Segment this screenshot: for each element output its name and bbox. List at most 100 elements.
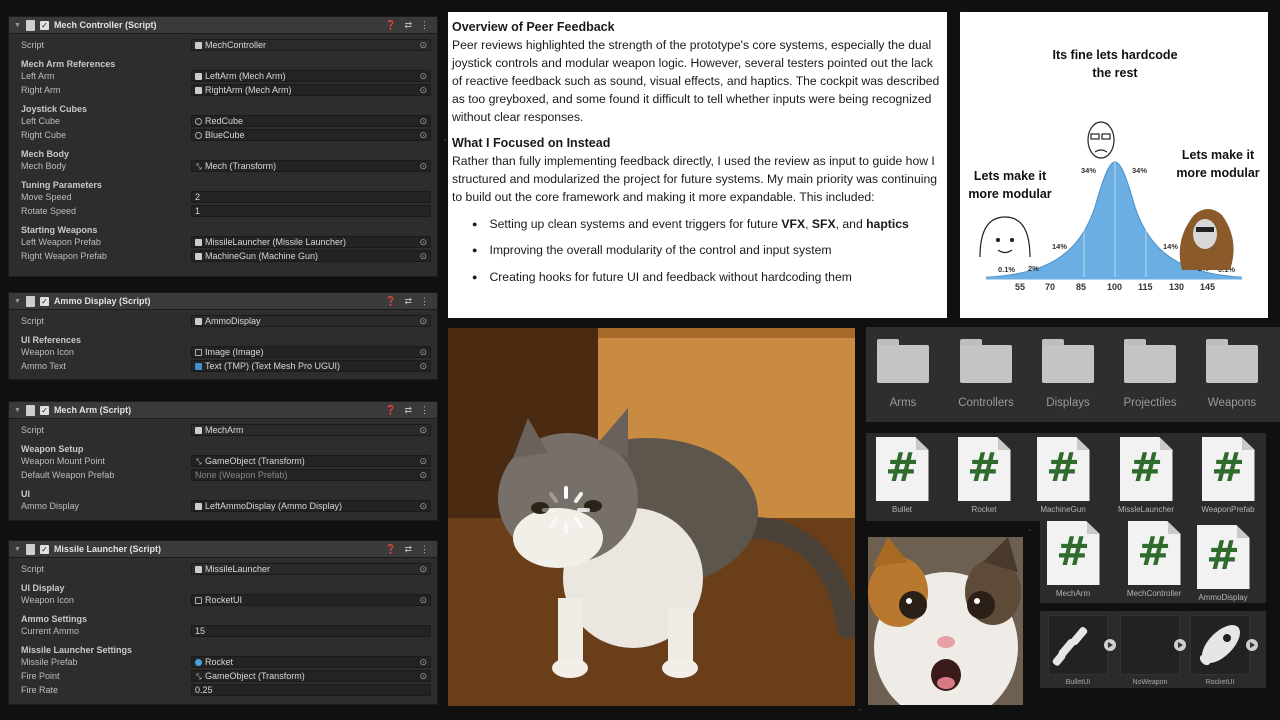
help-icon[interactable]: ❓ <box>385 20 396 31</box>
pct-label: 2% <box>1028 264 1039 273</box>
script-icon <box>25 404 35 416</box>
object-picker-icon[interactable]: ⊙ <box>419 361 427 372</box>
script-field[interactable]: MechController ⊙ <box>191 39 431 51</box>
help-icon[interactable]: ❓ <box>385 405 396 416</box>
right-cube-field[interactable]: BlueCube ⊙ <box>191 129 431 141</box>
left-arm-label: Left Arm <box>21 71 55 81</box>
script-asset-misslelauncher[interactable]: # MissleLauncher <box>1116 437 1176 514</box>
object-picker-icon[interactable]: ⊙ <box>419 161 427 172</box>
presets-icon[interactable]: ⇄ <box>404 405 412 416</box>
folder-arms[interactable]: Arms <box>873 339 933 409</box>
object-picker-icon[interactable]: ⊙ <box>419 130 427 141</box>
current-ammo-input[interactable]: 15 <box>191 625 431 637</box>
object-picker-icon[interactable]: ⊙ <box>419 347 427 358</box>
object-picker-icon[interactable]: ⊙ <box>419 71 427 82</box>
component-header[interactable]: ▼ ✓ Missile Launcher (Script) ❓ ⇄ ⋮ <box>9 541 437 558</box>
cs-file-icon <box>195 565 202 573</box>
script-field[interactable]: MissileLauncher ⊙ <box>191 563 431 575</box>
object-picker-icon[interactable]: ⊙ <box>419 251 427 262</box>
script-field[interactable]: MechArm ⊙ <box>191 424 431 436</box>
object-picker-icon[interactable]: ⊙ <box>419 316 427 327</box>
iq-label: 130 <box>1169 282 1184 292</box>
right-arm-field[interactable]: RightArm (Mech Arm) ⊙ <box>191 84 431 96</box>
more-menu-icon[interactable]: ⋮ <box>420 296 429 307</box>
object-picker-icon[interactable]: ⊙ <box>419 456 427 467</box>
presets-icon[interactable]: ⇄ <box>404 20 412 31</box>
default-weapon-field[interactable]: None (Weapon Prefab) ⊙ <box>191 469 431 481</box>
more-menu-icon[interactable]: ⋮ <box>420 405 429 416</box>
help-icon[interactable]: ❓ <box>385 296 396 307</box>
foldout-arrow-icon[interactable]: ▼ <box>14 298 21 305</box>
fire-point-field[interactable]: ⤡ GameObject (Transform) ⊙ <box>191 670 431 682</box>
enabled-checkbox[interactable]: ✓ <box>39 405 49 415</box>
object-picker-icon[interactable]: ⊙ <box>419 564 427 575</box>
iq-label: 70 <box>1045 282 1055 292</box>
sprite-asset-bulletui[interactable] <box>1048 615 1108 675</box>
object-picker-icon[interactable]: ⊙ <box>419 237 427 248</box>
enabled-checkbox[interactable]: ✓ <box>39 20 49 30</box>
enabled-checkbox[interactable]: ✓ <box>39 544 49 554</box>
weapon-icon-field[interactable]: Image (Image) ⊙ <box>191 346 431 358</box>
object-picker-icon[interactable]: ⊙ <box>419 116 427 127</box>
folder-controllers[interactable]: Controllers <box>956 339 1016 409</box>
ammo-display-field[interactable]: LeftAmmoDisplay (Ammo Display) ⊙ <box>191 500 431 512</box>
script-asset-weaponprefab[interactable]: # WeaponPrefab <box>1198 437 1258 514</box>
component-title: Ammo Display (Script) <box>53 296 151 306</box>
left-weapon-prefab-field[interactable]: MissileLauncher (Missile Launcher) ⊙ <box>191 236 431 248</box>
folder-displays[interactable]: Displays <box>1038 339 1098 409</box>
foldout-arrow-icon[interactable]: ▼ <box>14 546 21 553</box>
object-picker-icon[interactable]: ⊙ <box>419 40 427 51</box>
object-picker-icon[interactable]: ⊙ <box>419 470 427 481</box>
image-icon <box>195 348 202 356</box>
mech-body-field[interactable]: ⤡ Mech (Transform) ⊙ <box>191 160 431 172</box>
rotate-speed-input[interactable]: 1 <box>191 205 431 217</box>
folder-projectiles[interactable]: Projectiles <box>1120 339 1180 409</box>
sprite-asset-rocketui[interactable] <box>1190 615 1250 675</box>
script-asset-ammodisplay[interactable]: # AmmoDisplay <box>1193 525 1253 602</box>
hooded-monk-icon <box>1179 209 1234 270</box>
script-asset-bullet[interactable]: # Bullet <box>872 437 932 514</box>
fire-rate-input[interactable]: 0.25 <box>191 684 431 696</box>
more-menu-icon[interactable]: ⋮ <box>420 20 429 31</box>
left-arm-field[interactable]: LeftArm (Mech Arm) ⊙ <box>191 70 431 82</box>
weapon-icon-field[interactable]: RocketUI ⊙ <box>191 594 431 606</box>
section-header: Mech Body <box>21 149 70 159</box>
enabled-checkbox[interactable]: ✓ <box>39 296 49 306</box>
foldout-arrow-icon[interactable]: ▼ <box>14 407 21 414</box>
object-picker-icon[interactable]: ⊙ <box>419 595 427 606</box>
script-asset-mechcontroller[interactable]: # MechController <box>1124 521 1184 598</box>
crying-wojak-icon <box>1087 121 1115 159</box>
foldout-arrow-icon[interactable]: ▼ <box>14 22 21 29</box>
presets-icon[interactable]: ⇄ <box>404 296 412 307</box>
folder-weapons[interactable]: Weapons <box>1202 339 1262 409</box>
object-picker-icon[interactable]: ⊙ <box>419 85 427 96</box>
object-picker-icon[interactable]: ⊙ <box>419 671 427 682</box>
expand-sprite-icon[interactable] <box>1104 639 1116 651</box>
expand-sprite-icon[interactable] <box>1246 639 1258 651</box>
right-weapon-prefab-field[interactable]: MachineGun (Machine Gun) ⊙ <box>191 250 431 262</box>
sprite-asset-noweapon[interactable] <box>1120 615 1180 675</box>
ammo-text-field[interactable]: Text (TMP) (Text Mesh Pro UGUI) ⊙ <box>191 360 431 372</box>
component-header[interactable]: ▼ ✓ Mech Arm (Script) ❓ ⇄ ⋮ <box>9 402 437 419</box>
expand-sprite-icon[interactable] <box>1174 639 1186 651</box>
object-picker-icon[interactable]: ⊙ <box>419 425 427 436</box>
move-speed-input[interactable]: 2 <box>191 191 431 203</box>
script-asset-mecharm[interactable]: # MechArm <box>1043 521 1103 598</box>
rocket-icon <box>1199 625 1240 666</box>
component-header[interactable]: ▼ ✓ Ammo Display (Script) ❓ ⇄ ⋮ <box>9 293 437 310</box>
script-asset-machinegun[interactable]: # MachineGun <box>1033 437 1093 514</box>
presets-icon[interactable]: ⇄ <box>404 544 412 555</box>
missile-prefab-field[interactable]: Rocket ⊙ <box>191 656 431 668</box>
loading-cat-photo <box>448 328 855 706</box>
sprite-icon <box>195 596 202 604</box>
sprite-label: BulletUI <box>1065 679 1091 686</box>
weapon-mount-field[interactable]: ⤡ GameObject (Transform) ⊙ <box>191 455 431 467</box>
script-asset-rocket[interactable]: # Rocket <box>954 437 1014 514</box>
help-icon[interactable]: ❓ <box>385 544 396 555</box>
more-menu-icon[interactable]: ⋮ <box>420 544 429 555</box>
object-picker-icon[interactable]: ⊙ <box>419 657 427 668</box>
script-field[interactable]: AmmoDisplay ⊙ <box>191 315 431 327</box>
component-header[interactable]: ▼ ✓ Mech Controller (Script) ❓ ⇄ ⋮ <box>9 17 437 34</box>
object-picker-icon[interactable]: ⊙ <box>419 501 427 512</box>
left-cube-field[interactable]: RedCube ⊙ <box>191 115 431 127</box>
